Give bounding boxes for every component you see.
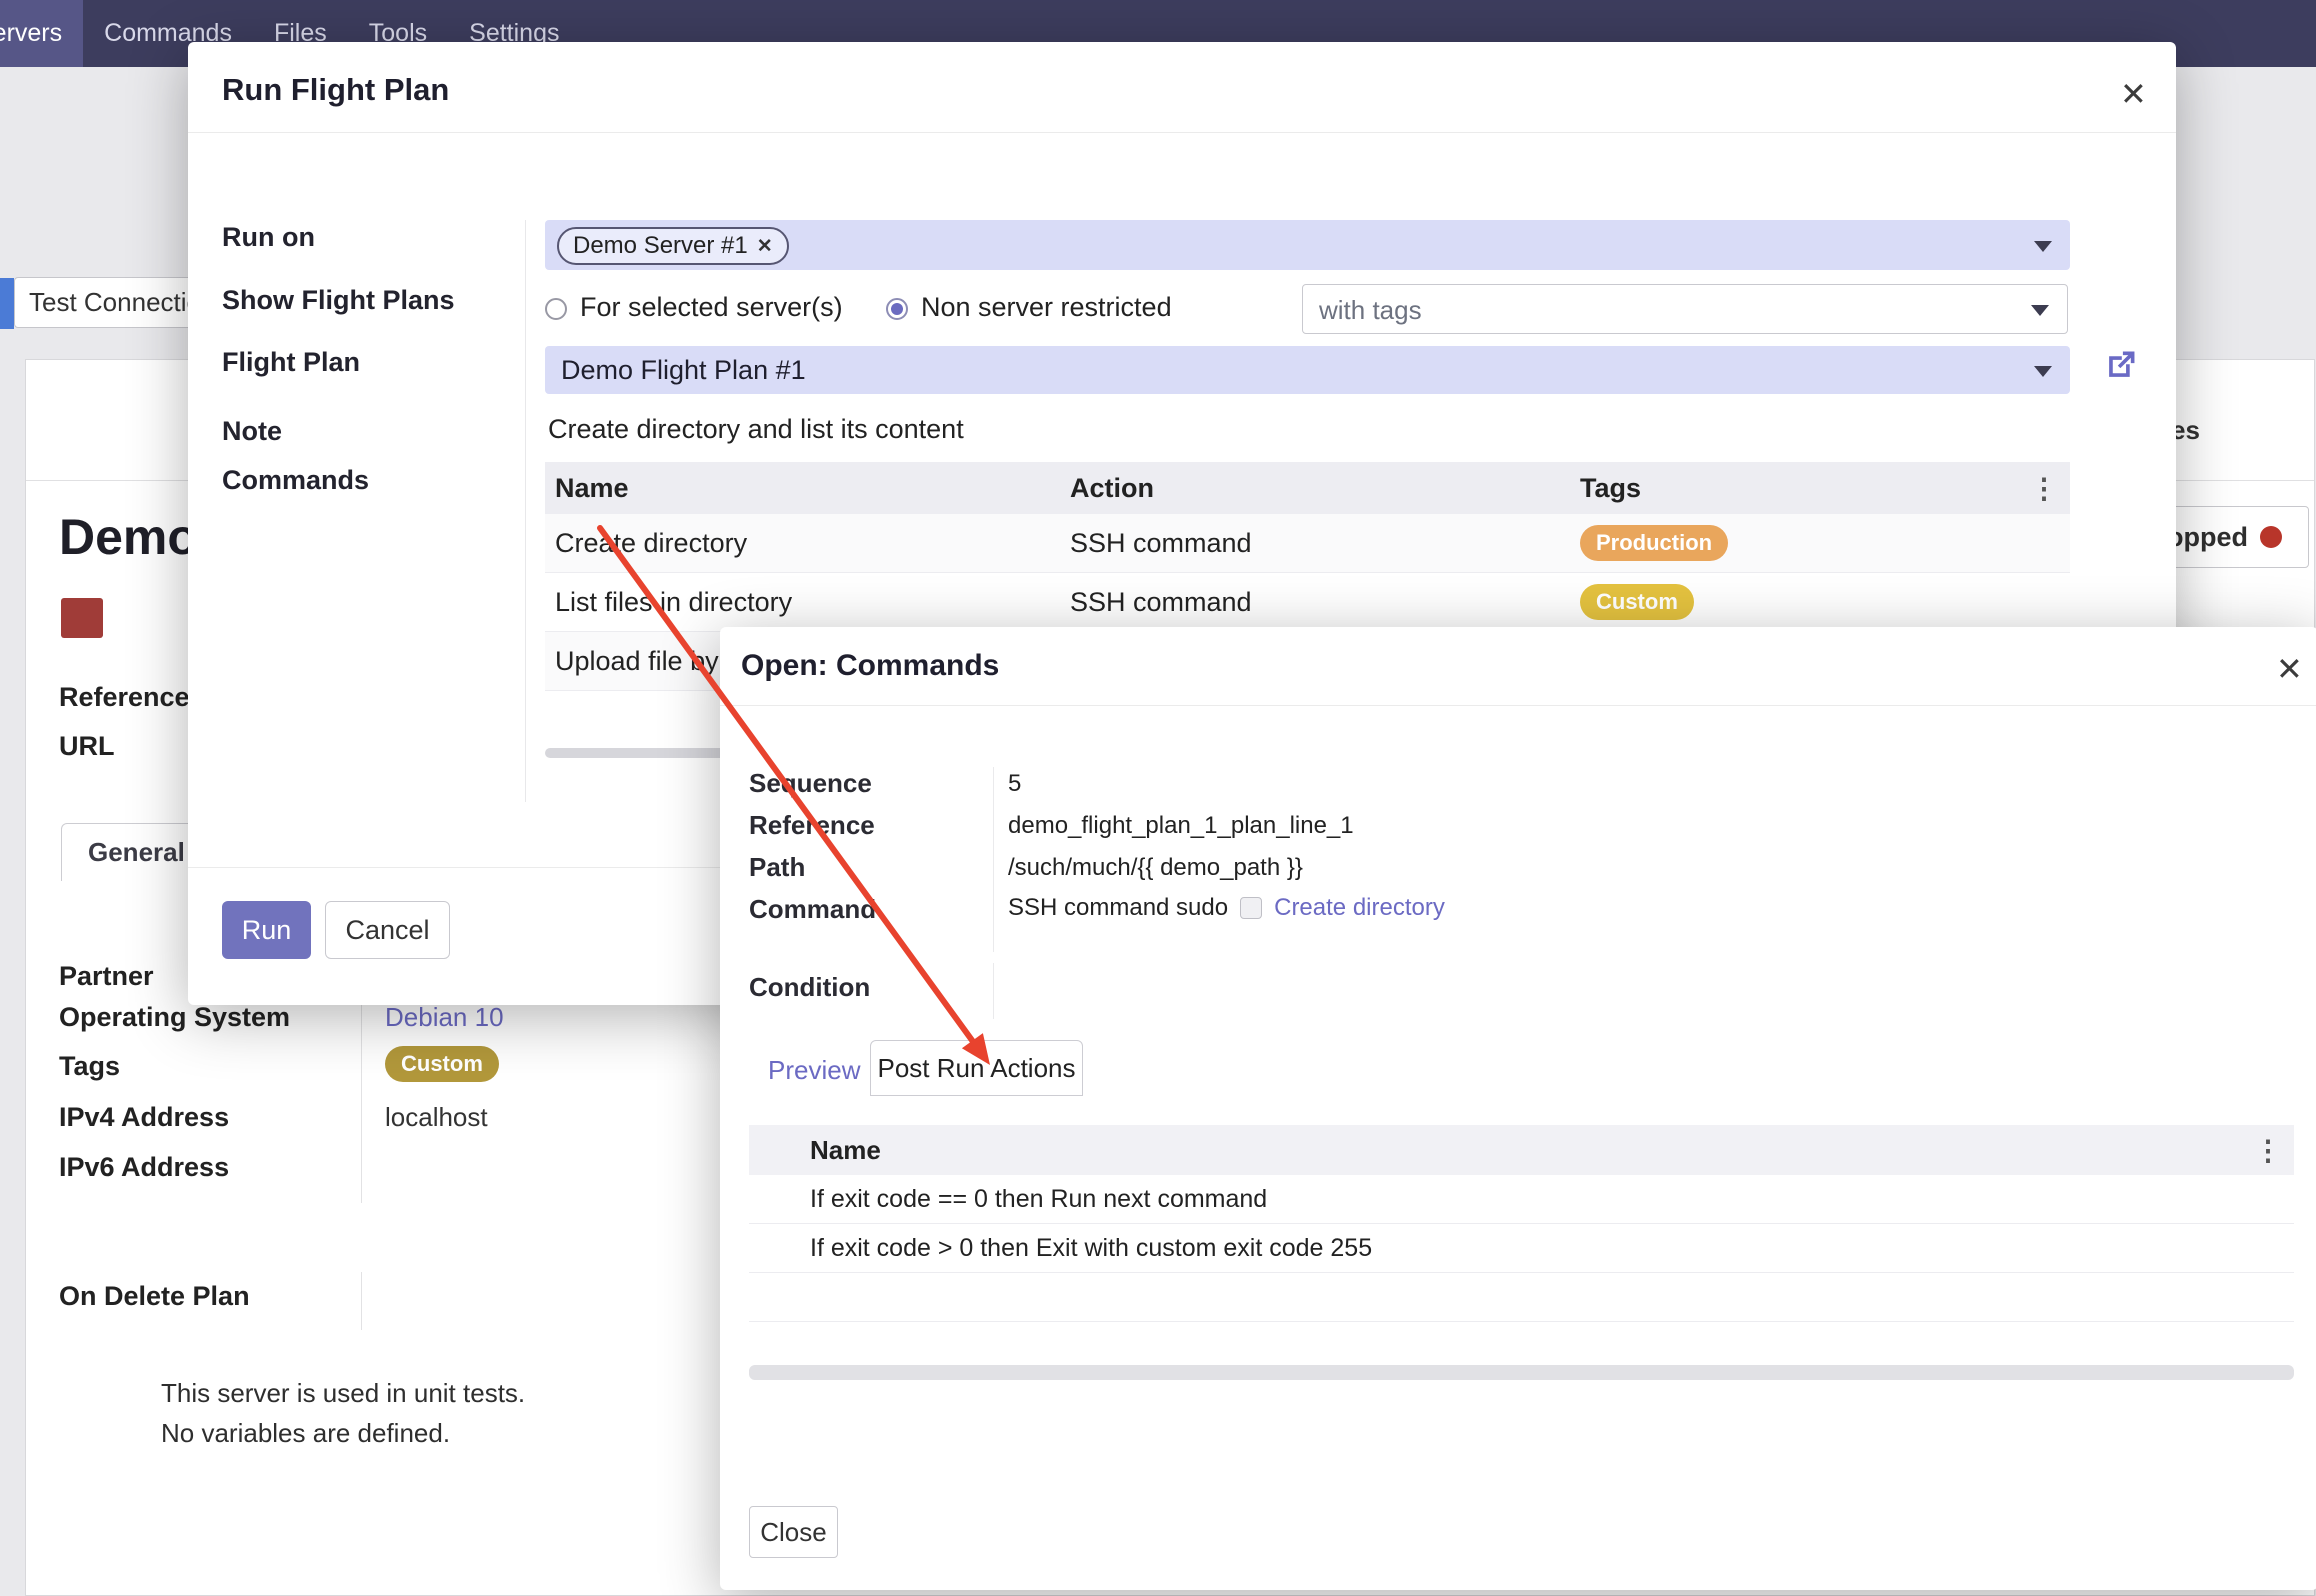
- tab-preview[interactable]: Preview: [768, 1055, 860, 1086]
- commands-label: Commands: [222, 465, 369, 496]
- run-on-multiselect[interactable]: Demo Server #1 ✕: [545, 220, 2070, 270]
- no-variables-note: No variables are defined.: [161, 1418, 450, 1449]
- note-label: Note: [222, 416, 282, 447]
- flight-plan-caret-icon[interactable]: [2034, 366, 2052, 377]
- ipv4-value: localhost: [385, 1102, 488, 1133]
- action-row-name: If exit code > 0 then Exit with custom e…: [810, 1234, 1372, 1263]
- radio-non-server-restricted[interactable]: [886, 298, 908, 320]
- create-directory-link[interactable]: Create directory: [1274, 894, 1445, 922]
- table-row[interactable]: Create directory SSH command Production: [545, 514, 2070, 573]
- actions-table-scrollbar[interactable]: [749, 1365, 2294, 1380]
- reference-label: Reference: [59, 682, 190, 713]
- ipv4-label: IPv4 Address: [59, 1102, 229, 1133]
- os-value-link[interactable]: Debian 10: [385, 1002, 504, 1033]
- server-chip-label: Demo Server #1: [573, 232, 748, 260]
- actions-table-header-row: Name ⋮: [749, 1125, 2294, 1175]
- unit-test-note: This server is used in unit tests.: [161, 1378, 525, 1409]
- run-button[interactable]: Run: [222, 901, 311, 959]
- close-button[interactable]: Close: [749, 1506, 838, 1558]
- run-on-caret-icon[interactable]: [2034, 241, 2052, 252]
- column-header-name[interactable]: Name: [545, 473, 1070, 504]
- open-flight-plan-external-icon[interactable]: [2102, 346, 2140, 384]
- command-value-row: SSH command sudo Create directory: [1008, 894, 1445, 922]
- radio-selected-servers[interactable]: [545, 298, 567, 320]
- column-header-action[interactable]: Action: [1070, 473, 1580, 504]
- post-run-actions-table: Name ⋮ If exit code == 0 then Run next c…: [749, 1125, 2294, 1322]
- row-tag-chip: Custom: [1580, 584, 1694, 620]
- condition-label: Condition: [749, 972, 870, 1003]
- action-row[interactable]: If exit code == 0 then Run next command: [749, 1175, 2294, 1224]
- on-delete-plan-label: On Delete Plan: [59, 1281, 250, 1312]
- action-row-name: If exit code == 0 then Run next command: [810, 1185, 1267, 1214]
- commands-modal-close-icon[interactable]: ✕: [2276, 653, 2303, 685]
- primary-button-fragment[interactable]: [0, 278, 14, 329]
- show-flight-plans-label: Show Flight Plans: [222, 285, 455, 316]
- server-title: Demo: [59, 508, 198, 566]
- sequence-label: Sequence: [749, 768, 872, 799]
- row-name: List files in directory: [545, 587, 1070, 618]
- row-name: Create directory: [545, 528, 1070, 559]
- with-tags-caret-icon[interactable]: [2031, 305, 2049, 316]
- with-tags-select[interactable]: with tags: [1302, 284, 2068, 334]
- path-label: Path: [749, 852, 805, 883]
- table-row[interactable]: List files in directory SSH command Cust…: [545, 573, 2070, 632]
- row-tag-chip: Production: [1580, 525, 1728, 561]
- condition-divider: [993, 963, 994, 1019]
- menu-item-servers[interactable]: Servers: [0, 0, 83, 67]
- partner-label: Partner: [59, 961, 154, 992]
- command-value: SSH command sudo: [1008, 894, 1228, 922]
- flight-plan-description: Create directory and list its content: [548, 414, 964, 445]
- cancel-button[interactable]: Cancel: [325, 901, 450, 959]
- table-options-kebab-icon[interactable]: ⋮: [2030, 472, 2058, 505]
- command-checkbox[interactable]: [1240, 897, 1262, 919]
- actions-column-header-name[interactable]: Name: [810, 1135, 881, 1166]
- commands-label-divider: [993, 767, 994, 952]
- operating-system-label: Operating System: [59, 1002, 290, 1033]
- reference-field-label: Reference: [749, 810, 875, 841]
- url-label: URL: [59, 731, 115, 762]
- run-modal-header-divider: [188, 132, 2176, 133]
- command-label: Command: [749, 894, 876, 925]
- chip-remove-icon[interactable]: ✕: [757, 235, 773, 258]
- row-action: SSH command: [1070, 587, 1580, 618]
- status-stopped-dot: [2260, 526, 2282, 548]
- flight-plan-select[interactable]: Demo Flight Plan #1: [545, 346, 2070, 394]
- action-row-empty: [749, 1273, 2294, 1322]
- run-modal-close-icon[interactable]: ✕: [2120, 78, 2147, 110]
- flight-plan-label: Flight Plan: [222, 347, 360, 378]
- path-value: /such/much/{{ demo_path }}: [1008, 854, 1303, 882]
- row-action: SSH command: [1070, 528, 1580, 559]
- reference-value: demo_flight_plan_1_plan_line_1: [1008, 812, 1354, 840]
- sequence-value: 5: [1008, 770, 1021, 798]
- table-header-row: Name Action Tags ⋮: [545, 462, 2070, 514]
- server-color-swatch[interactable]: [61, 598, 103, 638]
- open-commands-modal: Open: Commands ✕ Sequence Reference Path…: [720, 627, 2316, 1590]
- run-modal-title: Run Flight Plan: [222, 72, 449, 108]
- flight-plan-value: Demo Flight Plan #1: [561, 355, 806, 386]
- with-tags-value: with tags: [1319, 295, 1422, 326]
- server-chip[interactable]: Demo Server #1 ✕: [557, 227, 789, 265]
- field-divider-2: [361, 1272, 362, 1330]
- actions-table-kebab-icon[interactable]: ⋮: [2254, 1134, 2282, 1167]
- tab-post-run-actions[interactable]: Post Run Actions: [870, 1040, 1083, 1096]
- tags-label: Tags: [59, 1051, 120, 1082]
- radio-non-server-label[interactable]: Non server restricted: [921, 292, 1172, 323]
- ipv6-label: IPv6 Address: [59, 1152, 229, 1183]
- label-column-divider: [525, 220, 526, 802]
- column-header-tags[interactable]: Tags: [1580, 473, 2000, 504]
- server-tag-chip[interactable]: Custom: [385, 1046, 499, 1082]
- action-row[interactable]: If exit code > 0 then Exit with custom e…: [749, 1224, 2294, 1273]
- commands-modal-header-divider: [720, 705, 2316, 706]
- commands-modal-title: Open: Commands: [741, 649, 999, 683]
- radio-selected-servers-label[interactable]: For selected server(s): [580, 292, 843, 323]
- run-on-label: Run on: [222, 222, 315, 253]
